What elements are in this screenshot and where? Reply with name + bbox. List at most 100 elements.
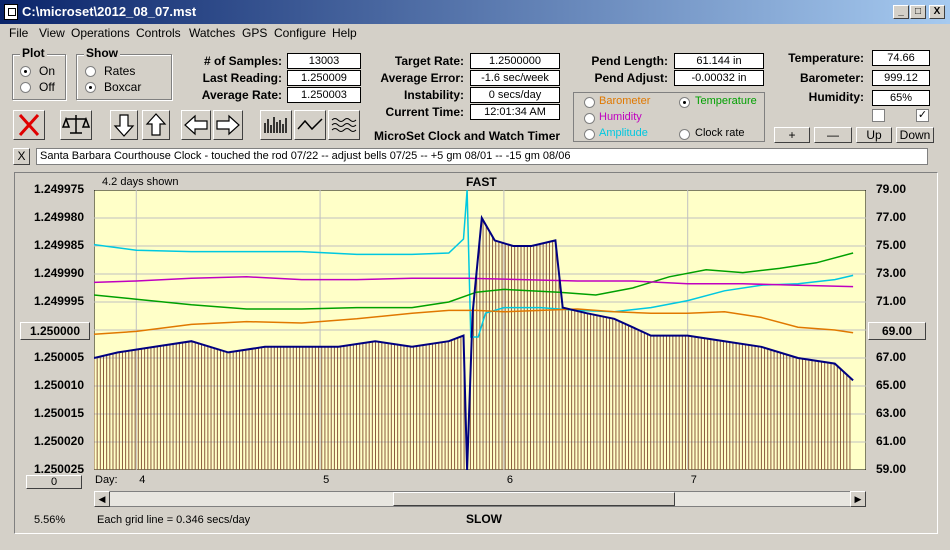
menu-configure[interactable]: Configure [274, 26, 326, 40]
balance-button[interactable] [60, 110, 92, 140]
menu-bar: File View Operations Controls Watches GP… [0, 24, 950, 42]
chart-scrollbar[interactable]: ◀ ▶ [94, 491, 866, 507]
menu-watches[interactable]: Watches [189, 26, 235, 40]
close-button[interactable]: X [929, 5, 945, 19]
menu-view[interactable]: View [39, 26, 65, 40]
right-axis-tick: 65.00 [876, 378, 907, 392]
sensor-amplitude-radio[interactable] [584, 129, 595, 140]
plot-on-radio[interactable] [20, 66, 31, 77]
right-axis-tick: 77.00 [876, 210, 907, 224]
menu-operations[interactable]: Operations [71, 26, 130, 40]
left-axis-tick: 1.249980 [33, 210, 84, 224]
show-group-label: Show [84, 46, 120, 60]
left-checkbox[interactable] [872, 109, 885, 122]
pend-adjust-value: -0.00032 in [674, 70, 764, 86]
arrow-down-icon [113, 114, 135, 137]
x-icon [18, 113, 40, 137]
line-graph-icon [297, 118, 323, 131]
left-axis-tick: 1.250020 [33, 434, 84, 448]
humidity-label: Humidity: [808, 90, 864, 104]
window-title: C:\microset\2012_08_07.mst [22, 4, 197, 19]
scroll-right-button[interactable]: ▶ [850, 491, 866, 507]
humidity-value: 65% [872, 90, 930, 106]
right-axis-tick: 67.00 [876, 350, 907, 364]
arrow-left-icon [184, 114, 208, 136]
average-error-label: Average Error: [380, 71, 464, 85]
days-shown-label: 4.2 days shown [102, 176, 179, 188]
stop-button[interactable] [13, 110, 45, 140]
average-rate-label: Average Rate: [201, 88, 282, 102]
temperature-value: 74.66 [872, 50, 930, 66]
center-rate-button[interactable]: 1.250000 [20, 322, 90, 340]
menu-help[interactable]: Help [332, 26, 357, 40]
zoom-level: 5.56% [34, 514, 66, 526]
barometer-label: Barometer: [799, 71, 864, 85]
instability-value: 0 secs/day [470, 87, 560, 103]
grid-note: Each grid line = 0.346 secs/day [97, 514, 251, 526]
day-label: Day: [95, 474, 118, 486]
plus-button[interactable]: + [774, 127, 810, 143]
notes-field[interactable]: Santa Barbara Courthouse Clock - touched… [36, 148, 928, 165]
temperature-label: Temperature: [788, 51, 864, 65]
left-axis-tick: 1.249990 [33, 266, 84, 280]
left-axis-tick: 1.250015 [33, 406, 84, 420]
menu-gps[interactable]: GPS [242, 26, 267, 40]
minimize-button[interactable]: _ [893, 5, 909, 19]
target-rate-value: 1.2500000 [470, 53, 560, 69]
plot-off-radio[interactable] [20, 82, 31, 93]
sensor-clock-rate-radio[interactable] [679, 129, 690, 140]
average-error-value: -1.6 sec/week [470, 70, 560, 86]
right-checkbox[interactable]: ✓ [916, 109, 929, 122]
right-axis-tick: 59.00 [876, 462, 907, 476]
current-time-label: Current Time: [385, 105, 464, 119]
last-reading-value: 1.250009 [287, 70, 361, 86]
left-arrow-button[interactable] [181, 110, 211, 140]
x-axis-tick: 5 [323, 474, 330, 486]
line-button[interactable] [294, 110, 326, 140]
up-button[interactable]: Up [856, 127, 892, 143]
samples-value: 13003 [287, 53, 361, 69]
scroll-thumb[interactable] [393, 492, 675, 506]
wave-button[interactable] [328, 110, 360, 140]
menu-file[interactable]: File [9, 26, 28, 40]
right-axis-tick: 71.00 [876, 294, 907, 308]
menu-controls[interactable]: Controls [136, 26, 181, 40]
right-axis-tick: 75.00 [876, 238, 907, 252]
plot-off-label: Off [39, 80, 55, 94]
sensor-barometer-label: Barometer [599, 95, 651, 107]
right-axis-tick: 61.00 [876, 434, 907, 448]
minus-button[interactable]: — [814, 127, 852, 143]
show-boxcar-radio[interactable] [85, 82, 96, 93]
pend-adjust-label: Pend Adjust: [594, 71, 668, 85]
sensor-amplitude-label: Amplitude [599, 127, 648, 139]
sensor-barometer-radio[interactable] [584, 97, 595, 108]
pend-length-value: 61.144 in [674, 53, 764, 69]
app-title: MicroSet Clock and Watch Timer [374, 129, 561, 143]
left-axis-tick: 1.249995 [33, 294, 84, 308]
bars-button[interactable] [260, 110, 292, 140]
sensor-humidity-radio[interactable] [584, 113, 595, 124]
up-arrow-button[interactable] [142, 110, 170, 140]
arrow-up-icon [145, 113, 167, 136]
right-arrow-button[interactable] [213, 110, 243, 140]
show-rates-radio[interactable] [85, 66, 96, 77]
notes-clear-button[interactable]: X [13, 148, 30, 165]
current-time-value: 12:01:34 AM [470, 104, 560, 120]
down-arrow-button[interactable] [110, 110, 138, 140]
down-button[interactable]: Down [896, 127, 934, 143]
fast-label: FAST [466, 175, 497, 189]
center-sensor-button[interactable]: 69.00 [868, 322, 926, 340]
x-axis-tick: 6 [506, 474, 514, 486]
last-reading-label: Last Reading: [202, 71, 282, 85]
scroll-left-button[interactable]: ◀ [94, 491, 110, 507]
instability-label: Instability: [403, 88, 464, 102]
offset-button[interactable]: 0 [26, 475, 82, 489]
maximize-button[interactable]: □ [910, 5, 926, 19]
sensor-humidity-label: Humidity [599, 111, 642, 123]
sensor-temperature-radio[interactable] [679, 97, 690, 108]
wave-icon [331, 118, 357, 132]
target-rate-label: Target Rate: [394, 54, 464, 68]
right-axis-tick: 63.00 [876, 406, 907, 420]
sensor-temperature-label: Temperature [695, 95, 757, 107]
plot-group-label: Plot [20, 46, 47, 60]
